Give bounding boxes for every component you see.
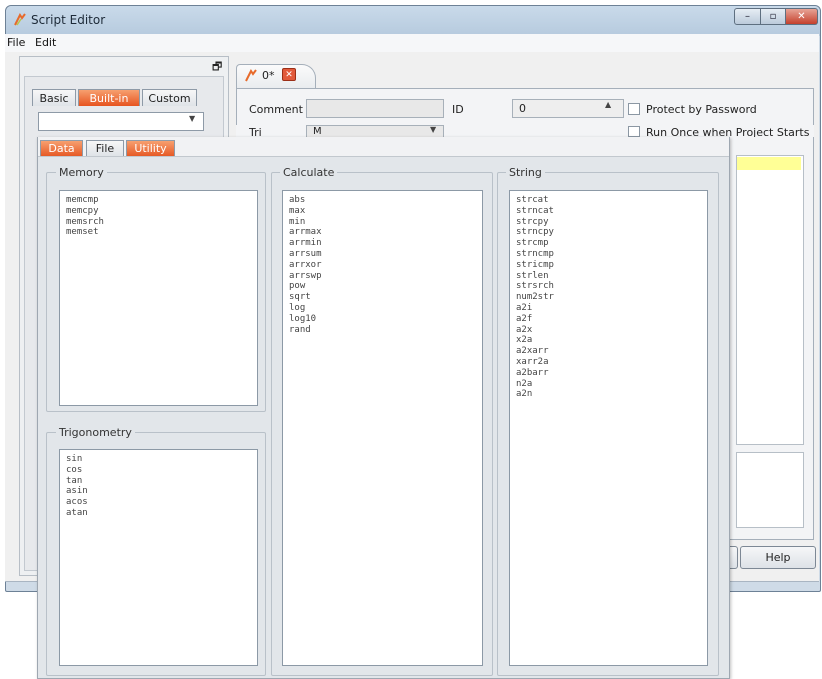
current-line-highlight: [737, 157, 801, 170]
tab-builtin[interactable]: Built-in: [78, 89, 140, 106]
trigger-dropdown[interactable]: M: [306, 125, 444, 137]
category-dropdown[interactable]: [38, 112, 204, 131]
function-item[interactable]: a2barr: [516, 368, 707, 379]
function-item[interactable]: a2n: [516, 389, 707, 400]
protect-password-checkbox[interactable]: [628, 103, 640, 115]
function-item[interactable]: arrswp: [289, 271, 482, 282]
function-item[interactable]: tan: [66, 476, 257, 487]
function-item[interactable]: strcat: [516, 195, 707, 206]
function-item[interactable]: a2x: [516, 325, 707, 336]
minimize-icon: –: [745, 11, 750, 22]
help-button[interactable]: Help: [740, 546, 816, 569]
function-item[interactable]: sin: [66, 454, 257, 465]
function-item[interactable]: cos: [66, 465, 257, 476]
pin-icon[interactable]: 🗗: [212, 58, 222, 77]
function-item[interactable]: strncmp: [516, 249, 707, 260]
id-label: ID: [452, 103, 464, 116]
function-item[interactable]: strncat: [516, 206, 707, 217]
comment-field[interactable]: [306, 99, 444, 118]
close-tab-icon[interactable]: ✕: [282, 68, 296, 81]
function-item[interactable]: strcmp: [516, 238, 707, 249]
function-item[interactable]: abs: [289, 195, 482, 206]
maximize-icon: ▫: [769, 11, 777, 22]
function-item[interactable]: strsrch: [516, 281, 707, 292]
function-item[interactable]: a2xarr: [516, 346, 707, 357]
function-item[interactable]: min: [289, 217, 482, 228]
trigger-chevron-icon[interactable]: ▼: [430, 125, 436, 136]
calculate-title: Calculate: [280, 166, 338, 179]
function-item[interactable]: log10: [289, 314, 482, 325]
function-item[interactable]: atan: [66, 508, 257, 519]
tab-utility[interactable]: Utility: [126, 140, 175, 156]
function-item[interactable]: x2a: [516, 335, 707, 346]
tab-custom[interactable]: Custom: [142, 89, 197, 106]
function-item[interactable]: stricmp: [516, 260, 707, 271]
function-item[interactable]: memsrch: [66, 217, 257, 228]
tab-data[interactable]: Data: [40, 140, 83, 156]
function-item[interactable]: xarr2a: [516, 357, 707, 368]
function-item[interactable]: n2a: [516, 379, 707, 390]
script-icon: [245, 69, 257, 82]
string-title: String: [506, 166, 545, 179]
run-once-label: Run Once when Project Starts: [646, 126, 810, 137]
protect-password-label: Protect by Password: [646, 103, 757, 116]
output-box[interactable]: [736, 452, 804, 528]
menu-bar: File Edit: [5, 34, 819, 52]
memory-list[interactable]: memcmp memcpy memsrch memset: [59, 190, 258, 406]
menu-file[interactable]: File: [7, 36, 25, 49]
function-item[interactable]: pow: [289, 281, 482, 292]
minimize-button[interactable]: –: [734, 8, 761, 25]
maximize-button[interactable]: ▫: [761, 8, 786, 25]
function-item[interactable]: a2f: [516, 314, 707, 325]
tab-file[interactable]: File: [86, 140, 124, 156]
function-item[interactable]: arrsum: [289, 249, 482, 260]
close-button[interactable]: ✕: [786, 8, 818, 25]
function-item[interactable]: memset: [66, 227, 257, 238]
trigger-label: Tri: [249, 126, 262, 137]
function-item[interactable]: memcmp: [66, 195, 257, 206]
function-item[interactable]: a2i: [516, 303, 707, 314]
trigonometry-list[interactable]: sin cos tan asin acos atan: [59, 449, 258, 666]
function-item[interactable]: rand: [289, 325, 482, 336]
function-item[interactable]: max: [289, 206, 482, 217]
string-list[interactable]: strcat strncat strcpy strncpy strcmp strncmp s…: [509, 190, 708, 666]
function-item[interactable]: arrmax: [289, 227, 482, 238]
trigonometry-title: Trigonometry: [56, 426, 135, 439]
tab-basic[interactable]: Basic: [32, 89, 76, 106]
comment-label: Comment: [249, 103, 303, 116]
close-icon: ✕: [797, 11, 806, 22]
menu-edit[interactable]: Edit: [35, 36, 56, 49]
function-item[interactable]: sqrt: [289, 292, 482, 303]
spin-up-icon[interactable]: ▲: [605, 100, 611, 109]
script-tab-label: 0*: [262, 69, 275, 82]
function-item[interactable]: acos: [66, 497, 257, 508]
window-title: Script Editor: [31, 13, 106, 27]
function-item[interactable]: strcpy: [516, 217, 707, 228]
app-logo-icon: [14, 13, 26, 26]
function-item[interactable]: arrmin: [289, 238, 482, 249]
function-item[interactable]: num2str: [516, 292, 707, 303]
function-item[interactable]: strlen: [516, 271, 707, 282]
chevron-down-icon[interactable]: ▼: [189, 114, 195, 123]
memory-title: Memory: [56, 166, 107, 179]
function-item[interactable]: asin: [66, 486, 257, 497]
function-item[interactable]: memcpy: [66, 206, 257, 217]
calculate-list[interactable]: abs max min arrmax arrmin arrsum arrxor arrswp p…: [282, 190, 483, 666]
title-bar[interactable]: Script Editor – ▫ ✕: [6, 6, 820, 36]
run-once-checkbox[interactable]: [628, 126, 640, 137]
function-item[interactable]: arrxor: [289, 260, 482, 271]
function-item[interactable]: log: [289, 303, 482, 314]
script-editor-area[interactable]: [736, 155, 804, 445]
function-item[interactable]: strncpy: [516, 227, 707, 238]
